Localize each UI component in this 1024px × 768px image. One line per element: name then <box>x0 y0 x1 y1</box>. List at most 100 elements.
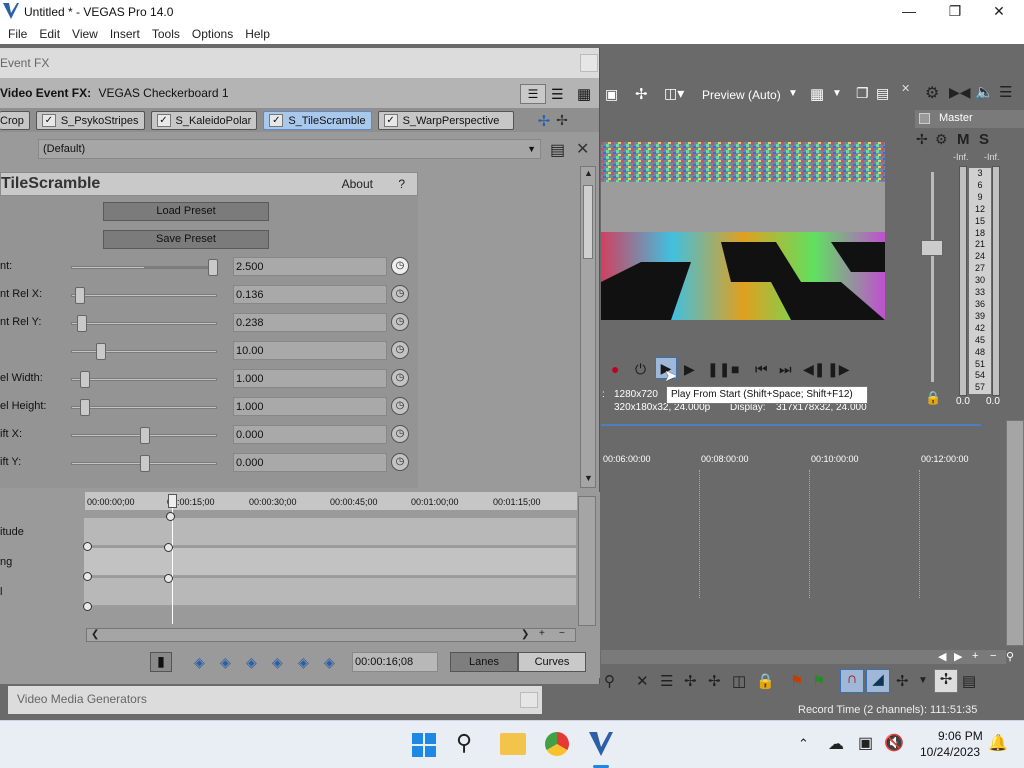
delete-keyframe-icon[interactable]: ◈ <box>324 654 335 671</box>
speaker-muted-icon[interactable]: 🔇 <box>884 733 904 753</box>
sync-cursor-icon[interactable]: ▮ <box>150 652 172 672</box>
list-view-icon[interactable]: ☰ <box>520 84 546 104</box>
keyframe-point[interactable] <box>83 572 92 581</box>
plugin-vscroll[interactable]: ▲ ▼ <box>580 166 596 488</box>
notification-bell-icon[interactable]: 🔔 <box>988 733 1008 753</box>
fx-chip-warpperspective[interactable]: ✓ S_WarpPerspective <box>377 111 514 130</box>
scrollbar-thumb[interactable] <box>583 185 593 259</box>
fx-chip-psykostripes[interactable]: ✓ S_PsykoStripes <box>35 111 145 130</box>
parameter-slider[interactable] <box>71 259 218 276</box>
trim-icon[interactable]: ☰ <box>660 672 673 690</box>
pause-button[interactable]: ❚❚ <box>707 361 730 378</box>
animate-clock-icon[interactable]: ◷ <box>391 257 409 275</box>
parameter-value-field[interactable]: 1.000 <box>233 369 387 388</box>
stop-button[interactable]: ■ <box>731 361 739 377</box>
menu-edit[interactable]: Edit <box>33 27 66 41</box>
scroll-up-button[interactable]: ▲ <box>584 168 593 178</box>
scroll-down-button[interactable]: ▼ <box>584 473 593 483</box>
parameter-value-field[interactable]: 0.136 <box>233 285 387 304</box>
fader-thumb[interactable] <box>921 240 943 256</box>
keyframe-lane[interactable] <box>84 518 576 546</box>
details-view-icon[interactable]: ☰ <box>551 86 564 103</box>
keyframe-point[interactable] <box>166 512 175 521</box>
move-icon[interactable]: ✢ <box>635 85 648 103</box>
scroll-right-button[interactable]: ❯ <box>521 629 529 640</box>
zoom-tool-icon[interactable]: ⚲ <box>604 672 615 690</box>
go-to-end-button[interactable]: ⏭ <box>779 361 792 378</box>
close-icon[interactable] <box>580 54 598 72</box>
trim-end-icon[interactable]: ✢ <box>708 672 721 690</box>
keyframe-time-field[interactable]: 00:00:16;08 <box>352 652 438 672</box>
windows-start-icon[interactable] <box>412 733 436 757</box>
record-button[interactable]: ● <box>611 361 619 377</box>
close-button[interactable]: ✕ <box>976 0 1022 24</box>
vegas-taskbar-icon[interactable] <box>588 731 614 757</box>
parameter-slider[interactable] <box>71 399 217 416</box>
about-button[interactable]: About <box>342 177 373 191</box>
slider-thumb[interactable] <box>208 259 218 276</box>
menu-insert[interactable]: Insert <box>104 27 146 41</box>
parameter-value-field[interactable]: 0.000 <box>233 453 387 472</box>
go-to-start-button[interactable]: ⏮ <box>755 361 768 378</box>
checkmark-icon[interactable]: ✓ <box>156 114 171 127</box>
menu-tools[interactable]: Tools <box>146 27 186 41</box>
save-preset-button[interactable]: Save Preset <box>103 230 269 249</box>
zoom-in-button[interactable]: + <box>972 650 978 662</box>
fx-chip-crop[interactable]: Crop <box>0 111 30 130</box>
keyframe-point[interactable] <box>83 542 92 551</box>
checkmark-icon[interactable]: ✓ <box>41 114 56 127</box>
checkmark-icon[interactable]: ✓ <box>269 114 284 127</box>
animate-clock-icon[interactable]: ◷ <box>391 425 409 443</box>
marker-icon[interactable]: ⚑ <box>790 672 803 690</box>
chrome-icon[interactable] <box>545 732 569 756</box>
menu-help[interactable]: Help <box>239 27 276 41</box>
preview-quality-select[interactable]: Preview (Auto) <box>702 88 781 102</box>
maximize-button[interactable]: ❐ <box>932 0 978 24</box>
minimize-button[interactable]: — <box>886 0 932 24</box>
properties-icon[interactable]: ☰ <box>999 83 1012 101</box>
move-icon[interactable]: ✢ <box>916 131 928 148</box>
curves-tab[interactable]: Curves <box>518 652 586 672</box>
fx-chip-tilescramble[interactable]: ✓ S_TileScramble <box>263 111 372 130</box>
animate-clock-icon[interactable]: ◷ <box>391 313 409 331</box>
loop-button[interactable]: ⏻ <box>635 361 646 378</box>
chevron-down-icon[interactable]: ▼ <box>832 88 842 99</box>
animate-clock-icon[interactable]: ◷ <box>391 453 409 471</box>
chevron-down-icon[interactable]: ▼ <box>918 675 928 686</box>
lanes-tab[interactable]: Lanes <box>450 652 518 672</box>
animate-clock-icon[interactable]: ◷ <box>391 397 409 415</box>
lock-icon[interactable]: 🔒 <box>925 390 941 406</box>
slider-thumb[interactable] <box>96 343 106 360</box>
solo-button[interactable]: S <box>979 131 989 148</box>
grid-view-icon[interactable]: ▦ <box>577 85 591 103</box>
parameter-value-field[interactable]: 1.000 <box>233 397 387 416</box>
preset-dropdown[interactable]: (Default) ▼ <box>38 139 541 159</box>
keyframe-point[interactable] <box>83 602 92 611</box>
keyframe-hscroll[interactable]: ❮ ❯ + − <box>86 628 576 642</box>
overlay-icon[interactable]: ◫▾ <box>664 85 684 102</box>
save-preset-icon[interactable]: ▤ <box>550 140 565 160</box>
parameter-slider[interactable] <box>71 427 217 444</box>
last-keyframe-icon[interactable]: ◈ <box>272 654 283 671</box>
scroll-right-button[interactable]: ▶ <box>954 650 962 663</box>
zoom-out-button[interactable]: − <box>559 628 565 639</box>
timeline-vscroll[interactable] <box>1006 420 1024 646</box>
gear-icon[interactable]: ⚙ <box>925 83 939 103</box>
next-frame-button[interactable]: ❚▶ <box>827 361 850 378</box>
menu-options[interactable]: Options <box>186 27 239 41</box>
delete-icon[interactable]: ✕ <box>636 672 649 690</box>
copy-frame-icon[interactable]: ❐ <box>856 85 869 102</box>
keyframe-point[interactable] <box>164 574 173 583</box>
lock-icon[interactable]: 🔒 <box>756 672 775 690</box>
zoom-icon[interactable]: ⚲ <box>1006 650 1014 663</box>
search-icon[interactable]: ⚲ <box>456 730 472 756</box>
remove-plugin-icon[interactable]: ✢ <box>556 112 568 129</box>
parameter-value-field[interactable]: 0.000 <box>233 425 387 444</box>
event-pan-icon[interactable]: ✢ <box>934 669 958 693</box>
save-frame-icon[interactable]: ▤ <box>876 85 889 102</box>
parameter-value-field[interactable]: 10.00 <box>233 341 387 360</box>
cursor-handle[interactable] <box>168 494 177 508</box>
downmix-icon[interactable]: ▶◀ <box>949 84 971 101</box>
chevron-up-icon[interactable]: ⌃ <box>798 736 809 752</box>
parameter-slider[interactable] <box>71 455 217 472</box>
